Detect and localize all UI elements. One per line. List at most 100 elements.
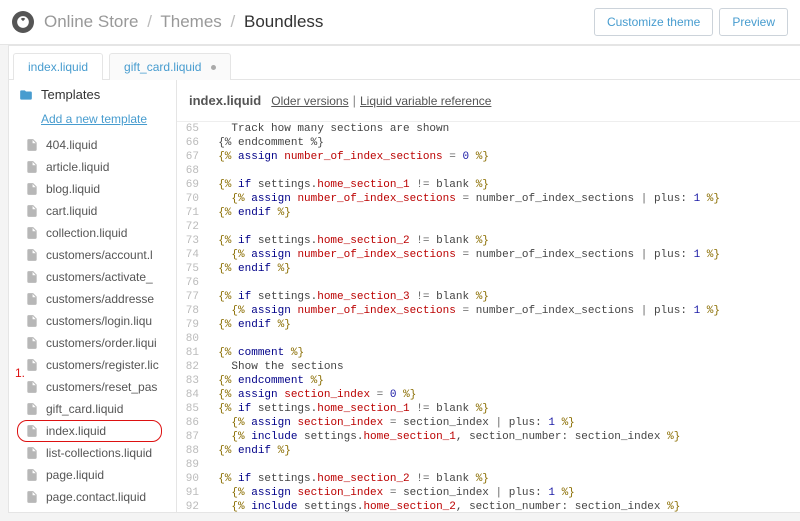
code-line[interactable]: 78 {% assign number_of_index_sections = … [177, 304, 800, 318]
file-name: page.contact.liquid [46, 490, 146, 504]
code-line[interactable]: 74 {% assign number_of_index_sections = … [177, 248, 800, 262]
sidebar-file[interactable]: article.liquid [9, 156, 176, 178]
file-name: page.liquid [46, 468, 104, 482]
file-icon [25, 204, 39, 218]
file-name: collection.liquid [46, 226, 127, 240]
editor-filename: index.liquid [189, 93, 261, 108]
code-line[interactable]: 79 {% endif %} [177, 318, 800, 332]
tab-index-liquid[interactable]: index.liquid [13, 53, 103, 80]
sidebar-file[interactable]: cart.liquid [9, 200, 176, 222]
sidebar-file[interactable]: page.liquid [9, 464, 176, 486]
file-icon [25, 358, 39, 372]
file-name: 404.liquid [46, 138, 97, 152]
code-editor[interactable]: 65 Track how many sections are shown66 {… [177, 122, 800, 512]
code-line[interactable]: 77 {% if settings.home_section_3 != blan… [177, 290, 800, 304]
line-number: 85 [181, 402, 205, 416]
sidebar-file[interactable]: customers/addresse [9, 288, 176, 310]
code-line[interactable]: 90 {% if settings.home_section_2 != blan… [177, 472, 800, 486]
sidebar-file[interactable]: page.contact.liquid [9, 486, 176, 508]
line-number: 78 [181, 304, 205, 318]
sidebar-file[interactable]: 404.liquid [9, 134, 176, 156]
code-line[interactable]: 84 {% assign section_index = 0 %} [177, 388, 800, 402]
code-line[interactable]: 67 {% assign number_of_index_sections = … [177, 150, 800, 164]
app-logo-icon [12, 11, 34, 33]
sidebar-file[interactable]: list-collections.liquid [9, 442, 176, 464]
breadcrumb: Online Store / Themes / Boundless [44, 12, 588, 32]
line-number: 67 [181, 150, 205, 164]
sidebar-file[interactable]: index.liquid [9, 420, 176, 442]
code-line[interactable]: 89 [177, 458, 800, 472]
code-line[interactable]: 66 {% endcomment %} [177, 136, 800, 150]
line-number: 77 [181, 290, 205, 304]
file-name: article.liquid [46, 160, 109, 174]
line-number: 73 [181, 234, 205, 248]
liquid-reference-link[interactable]: Liquid variable reference [360, 94, 491, 108]
sidebar-file[interactable]: customers/reset_pas [9, 376, 176, 398]
code-line[interactable]: 73 {% if settings.home_section_2 != blan… [177, 234, 800, 248]
line-number: 81 [181, 346, 205, 360]
sidebar-file[interactable]: customers/activate_ [9, 266, 176, 288]
file-icon [25, 490, 39, 504]
line-number: 68 [181, 164, 205, 178]
sidebar-file[interactable]: collection.liquid [9, 222, 176, 244]
code-line[interactable]: 86 {% assign section_index = section_ind… [177, 416, 800, 430]
sidebar-file[interactable]: customers/register.lic [9, 354, 176, 376]
sidebar-file[interactable]: customers/login.liqu [9, 310, 176, 332]
file-icon [25, 380, 39, 394]
code-line[interactable]: 81 {% comment %} [177, 346, 800, 360]
editor-tabs: index.liquid gift_card.liquid [13, 46, 800, 79]
code-line[interactable]: 80 [177, 332, 800, 346]
sidebar-file[interactable]: customers/account.l [9, 244, 176, 266]
code-line[interactable]: 92 {% include settings.home_section_2, s… [177, 500, 800, 512]
file-name: customers/account.l [46, 248, 153, 262]
tab-gift-card-liquid[interactable]: gift_card.liquid [109, 53, 231, 80]
section-templates[interactable]: Templates [9, 80, 176, 109]
code-line[interactable]: 70 {% assign number_of_index_sections = … [177, 192, 800, 206]
line-number: 80 [181, 332, 205, 346]
file-icon [25, 446, 39, 460]
preview-button[interactable]: Preview [719, 8, 788, 36]
line-number: 89 [181, 458, 205, 472]
code-line[interactable]: 75 {% endif %} [177, 262, 800, 276]
file-icon [25, 336, 39, 350]
code-line[interactable]: 69 {% if settings.home_section_1 != blan… [177, 178, 800, 192]
code-line[interactable]: 65 Track how many sections are shown [177, 122, 800, 136]
code-line[interactable]: 71 {% endif %} [177, 206, 800, 220]
file-name: customers/order.liqui [46, 336, 157, 350]
code-line[interactable]: 91 {% assign section_index = section_ind… [177, 486, 800, 500]
file-icon [25, 314, 39, 328]
breadcrumb-themes[interactable]: Themes [160, 12, 221, 31]
customize-theme-button[interactable]: Customize theme [594, 8, 713, 36]
section-label: Templates [41, 87, 100, 102]
file-icon [25, 182, 39, 196]
file-name: customers/reset_pas [46, 380, 157, 394]
code-line[interactable]: 85 {% if settings.home_section_1 != blan… [177, 402, 800, 416]
add-template-link[interactable]: Add a new template [41, 112, 147, 126]
file-sidebar: Templates Add a new template 404.liquid a… [9, 80, 177, 512]
line-number: 92 [181, 500, 205, 512]
sidebar-file[interactable]: customers/order.liqui [9, 332, 176, 354]
folder-icon [19, 88, 33, 102]
tab-label: index.liquid [28, 60, 88, 74]
code-line[interactable]: 72 [177, 220, 800, 234]
line-number: 66 [181, 136, 205, 150]
older-versions-link[interactable]: Older versions [271, 94, 348, 108]
file-name: list-collections.liquid [46, 446, 152, 460]
code-line[interactable]: 88 {% endif %} [177, 444, 800, 458]
sidebar-file[interactable]: blog.liquid [9, 178, 176, 200]
file-icon [25, 402, 39, 416]
file-name: blog.liquid [46, 182, 100, 196]
tab-label: gift_card.liquid [124, 60, 201, 74]
sidebar-file[interactable]: password.liquid [9, 508, 176, 512]
breadcrumb-store[interactable]: Online Store [44, 12, 139, 31]
line-number: 91 [181, 486, 205, 500]
file-icon [25, 138, 39, 152]
code-line[interactable]: 83 {% endcomment %} [177, 374, 800, 388]
code-editor-panel: index.liquid Older versions | Liquid var… [177, 80, 800, 512]
code-line[interactable]: 76 [177, 276, 800, 290]
sidebar-file[interactable]: gift_card.liquid [9, 398, 176, 420]
code-line[interactable]: 68 [177, 164, 800, 178]
code-line[interactable]: 87 {% include settings.home_section_1, s… [177, 430, 800, 444]
code-line[interactable]: 82 Show the sections [177, 360, 800, 374]
file-icon [25, 292, 39, 306]
